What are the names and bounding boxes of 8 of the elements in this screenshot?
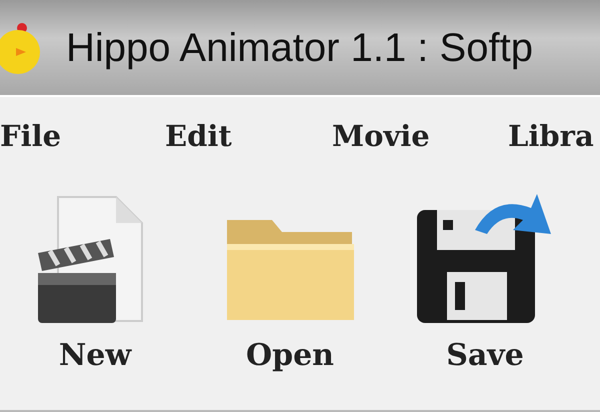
menu-item[interactable]: Edit: [165, 119, 232, 154]
toolbar-label[interactable]: Save: [446, 333, 524, 378]
menu-item[interactable]: Movie: [332, 119, 430, 154]
toolbar-label[interactable]: New: [58, 333, 132, 378]
menu-item[interactable]: Libra: [508, 119, 594, 154]
window-title: Hippo Animator 1.1 : Softp: [66, 24, 533, 72]
toolbar-label[interactable]: Open: [246, 333, 334, 378]
menu-item[interactable]: File: [0, 119, 62, 154]
